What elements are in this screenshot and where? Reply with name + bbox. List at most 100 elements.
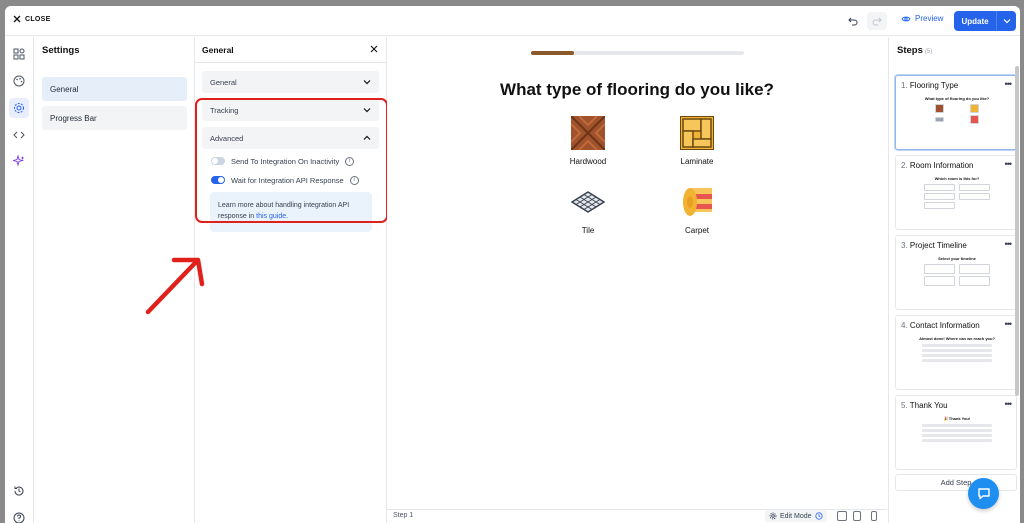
redo-button[interactable] [867,12,887,30]
rail-theme-button[interactable] [9,71,29,91]
general-panel-title: General [202,45,234,55]
steps-title: Steps (5) [897,45,932,56]
thumb-text [922,434,992,437]
step-card-title: 3. Project Timeline [901,241,967,250]
chat-support-button[interactable] [968,478,999,509]
update-dropdown-toggle[interactable] [996,11,1016,31]
settings-item-label: General [50,84,79,94]
carpet-icon [683,188,712,216]
step-card-title: 2. Room Information [901,161,974,170]
thumb-option [924,184,955,191]
thumbnail-question: 🎉Thank You! [943,416,971,421]
rail-settings-button[interactable] [9,98,29,118]
thumbnail-question: Almost done! Where can we reach you? [919,336,995,341]
desktop-view-icon[interactable] [837,511,847,521]
thumb-field [922,354,992,357]
more-options-icon[interactable]: ••• [1005,79,1013,89]
thumb-field [922,344,992,347]
preview-button[interactable]: Preview [901,14,943,23]
gear-icon [14,103,24,113]
clock-icon [814,512,823,520]
step-number: 1. [901,81,908,90]
tablet-view-icon[interactable] [853,511,861,521]
thumb-option [924,276,955,286]
progress-bar-fill [531,51,574,55]
edit-mode-button[interactable]: Edit Mode [765,510,827,522]
step-title: Contact Information [909,321,980,330]
rail-blocks-button[interactable] [9,44,29,64]
undo-button[interactable] [843,12,863,30]
thumb-text [922,429,992,432]
red-arrow-annotation [145,257,205,315]
chevron-down-icon [1003,19,1010,24]
steps-title-text: Steps [897,45,923,56]
settings-item-general[interactable]: General [42,77,187,101]
settings-item-label: Progress Bar [50,113,97,123]
steps-panel: Steps (5) 1. Flooring Type ••• What type … [888,37,1020,523]
step-thumbnail: Select your timeline [908,256,1006,308]
rail-help-button[interactable] [9,508,29,523]
close-icon [370,45,378,53]
laminate-icon [679,115,715,151]
current-step-label: Step 1 [393,512,414,519]
redo-icon [872,17,882,25]
step-card-flooring-type[interactable]: 1. Flooring Type ••• What type of floori… [895,75,1017,150]
more-options-icon[interactable]: ••• [1005,319,1013,329]
step-card-project-timeline[interactable]: 3. Project Timeline ••• Select your time… [895,235,1017,310]
thumb-tile [935,117,944,122]
chevron-down-icon [363,80,371,85]
more-options-icon[interactable]: ••• [1005,159,1013,169]
step-thumbnail: What type of flooring do you like? [908,96,1006,148]
step-card-room-information[interactable]: 2. Room Information ••• Which room is th… [895,155,1017,230]
step-thumbnail: 🎉Thank You! [908,416,1006,468]
thumb-field [922,349,992,352]
step-card-thank-you[interactable]: 5. Thank You ••• 🎉Thank You! [895,395,1017,470]
settings-item-progress-bar[interactable]: Progress Bar [42,106,187,130]
page-scrollbar[interactable] [1015,66,1019,396]
thumb-field [922,359,992,362]
code-icon [13,131,25,139]
update-button[interactable]: Update [954,11,1016,31]
thumb-tile [970,115,979,124]
history-icon [14,486,24,496]
add-step-label: Add Step [940,478,972,487]
step-card-contact-information[interactable]: 4. Contact Information ••• Almost done! … [895,315,1017,390]
preview-label: Preview [915,14,944,23]
step-number: 4. [901,321,908,330]
undo-icon [848,17,858,25]
eye-icon [901,16,911,21]
thumb-tile [970,104,979,113]
step-card-title: 1. Flooring Type [901,81,958,90]
step-number: 3. [901,241,908,250]
progress-bar [531,51,744,55]
top-bar: CLOSE Preview Update [5,6,1020,36]
option-laminate[interactable]: Laminate [657,115,737,166]
step-card-title: 5. Thank You [901,401,948,410]
rail-code-button[interactable] [9,125,29,145]
steps-count: (5) [924,49,933,55]
thumbnail-question: What type of flooring do you like? [924,96,990,101]
option-tile[interactable]: Tile [548,185,628,235]
add-step-button[interactable]: Add Step [895,474,1017,491]
close-panel-button[interactable] [368,43,380,55]
step-number: 5. [901,401,908,410]
section-general[interactable]: General [202,71,379,93]
step-thumbnail: Almost done! Where can we reach you? [908,336,1006,388]
rail-history-button[interactable] [9,481,29,501]
more-options-icon[interactable]: ••• [1005,239,1013,249]
chat-icon [977,488,990,500]
option-carpet[interactable]: Carpet [657,185,737,235]
close-label: CLOSE [25,15,51,23]
close-button[interactable]: CLOSE [13,15,51,23]
thumb-text [922,424,992,427]
thumb-option [924,202,955,209]
mobile-view-icon[interactable] [871,511,877,521]
close-icon [13,15,21,23]
more-options-icon[interactable]: ••• [1005,399,1013,409]
tile-icon [570,191,606,213]
step-title: Flooring Type [909,81,959,90]
option-hardwood[interactable]: Hardwood [548,115,628,166]
rail-ai-button[interactable] [9,151,29,171]
gear-icon [769,512,777,520]
hardwood-icon [570,115,606,151]
